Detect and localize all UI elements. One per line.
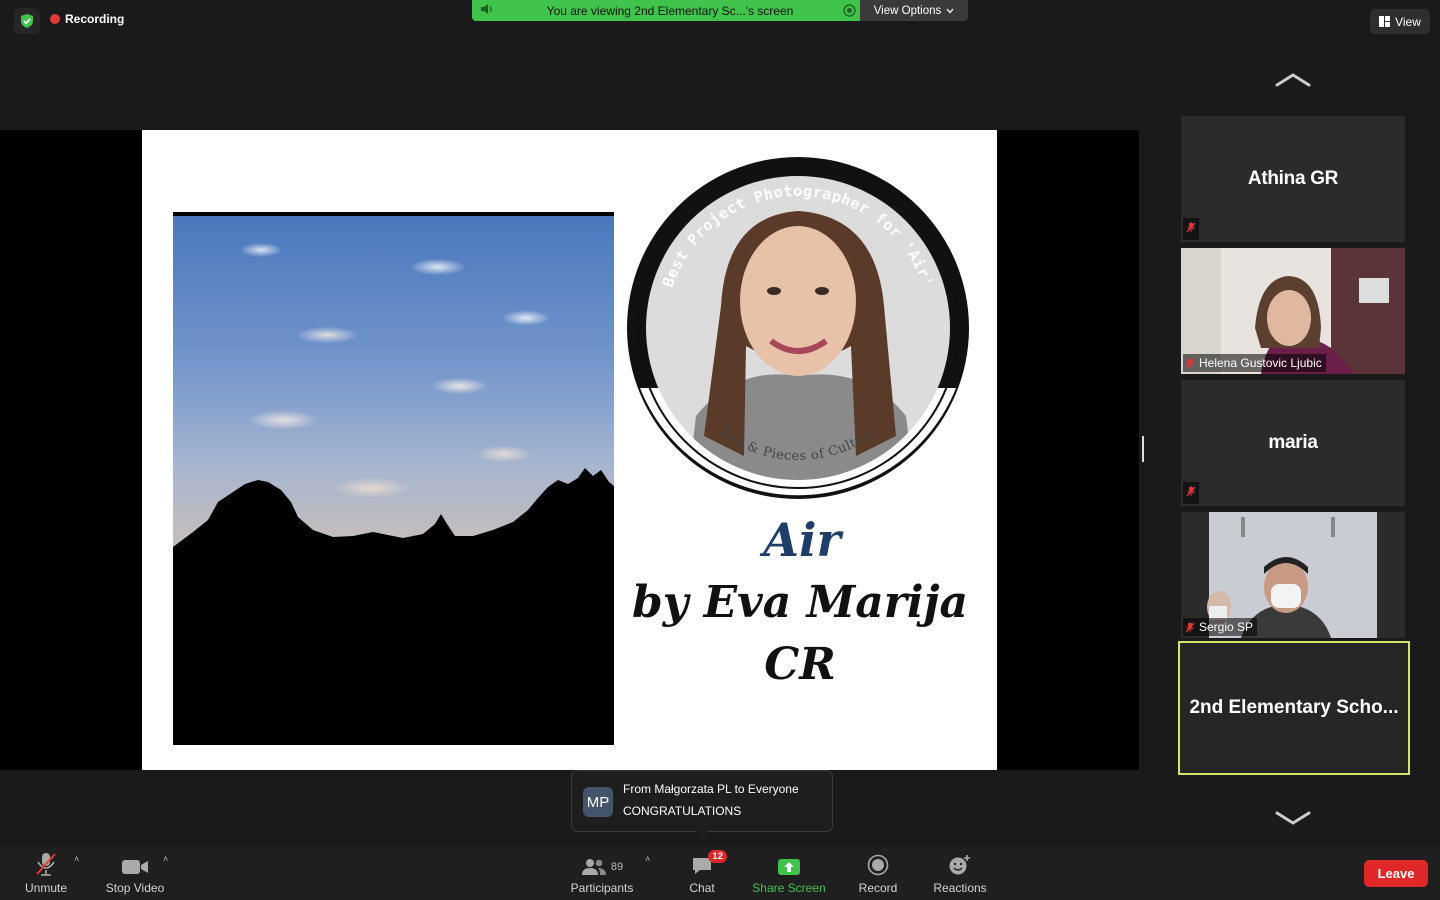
- unmute-label: Unmute: [24, 881, 68, 895]
- record-status-icon: [838, 0, 860, 21]
- view-layout-button[interactable]: View: [1370, 9, 1430, 34]
- participants-options-caret-icon[interactable]: ˄: [645, 854, 650, 864]
- resize-handle[interactable]: [1142, 436, 1144, 462]
- active-speaker-name: 2nd Elementary Scho...: [1189, 697, 1399, 718]
- video-camera-icon: [121, 846, 149, 876]
- recording-dot-icon: [50, 14, 60, 24]
- speaker-icon: [472, 3, 502, 18]
- scroll-down-icon[interactable]: [1274, 808, 1312, 828]
- smiley-icon: [948, 846, 972, 876]
- sky-photograph: [173, 212, 614, 745]
- chat-notification[interactable]: MP From Małgorzata PL to Everyone CONGRA…: [571, 770, 833, 838]
- view-options-button[interactable]: View Options: [860, 0, 968, 21]
- view-button-label: View: [1395, 14, 1421, 29]
- chat-unread-badge: 12: [708, 850, 727, 863]
- sender-avatar: MP: [583, 787, 613, 817]
- share-screen-button[interactable]: Share Screen: [748, 846, 830, 900]
- recording-indicator[interactable]: Recording: [50, 12, 124, 26]
- participants-icon: 89: [581, 846, 623, 876]
- scroll-up-icon[interactable]: [1274, 70, 1312, 90]
- viewing-screen-banner: You are viewing 2nd Elementary Sc...'s s…: [472, 0, 860, 21]
- record-button[interactable]: Record: [856, 846, 900, 900]
- toast-pointer: [695, 830, 709, 838]
- leave-button[interactable]: Leave: [1364, 860, 1428, 887]
- unmute-button[interactable]: Unmute: [20, 846, 72, 900]
- participants-label: Participants: [570, 881, 634, 895]
- stop-video-button[interactable]: Stop Video: [100, 846, 170, 900]
- chat-message: CONGRATULATIONS: [623, 804, 742, 818]
- chevron-down-icon: [946, 8, 954, 13]
- participant-tile-video[interactable]: Helena Gustovic Ljubic: [1181, 248, 1405, 374]
- chat-button[interactable]: 12 Chat: [684, 846, 727, 900]
- participant-name: Helena Gustovic Ljubic: [1199, 356, 1322, 370]
- participant-name: Sergio SP: [1199, 620, 1254, 634]
- chat-label: Chat: [689, 881, 715, 895]
- record-label: Record: [858, 881, 898, 895]
- recording-label: Recording: [65, 12, 125, 26]
- record-icon: [867, 846, 889, 876]
- share-screen-icon: [777, 846, 801, 876]
- slide-byline: by Eva Marija CR: [620, 572, 980, 696]
- photographer-badge: Best Project Photographer for 'Air' Bits…: [627, 157, 969, 499]
- participant-tile[interactable]: maria: [1181, 380, 1405, 506]
- viewing-screen-text: You are viewing 2nd Elementary Sc...'s s…: [546, 3, 794, 18]
- slide-title: Air: [763, 513, 841, 567]
- muted-mic-icon: [1183, 482, 1199, 504]
- muted-mic-icon: [1183, 218, 1199, 240]
- reactions-label: Reactions: [933, 881, 987, 895]
- meeting-toolbar: Unmute ˄ Stop Video ˄ 89 Participants ˄ …: [0, 846, 1440, 900]
- chat-sender: From Małgorzata PL to Everyone: [623, 782, 799, 796]
- participants-count: 89: [610, 861, 624, 873]
- participant-tile-video[interactable]: Sergio SP: [1181, 512, 1405, 638]
- participant-name-tag: Sergio SP: [1183, 618, 1258, 636]
- participants-button[interactable]: 89 Participants: [566, 846, 638, 900]
- reactions-button[interactable]: Reactions: [930, 846, 990, 900]
- byline-line-2: CR: [764, 639, 836, 690]
- muted-mic-icon: [1185, 622, 1195, 632]
- chat-bubble-icon: 12: [691, 846, 727, 876]
- participant-name: Athina GR: [1247, 168, 1339, 189]
- muted-mic-icon: [1185, 358, 1195, 368]
- byline-line-1: by Eva Marija: [631, 577, 969, 628]
- stop-video-label: Stop Video: [105, 881, 165, 895]
- participant-name-tag: Helena Gustovic Ljubic: [1183, 354, 1326, 372]
- share-screen-label: Share Screen: [752, 881, 826, 895]
- active-speaker-tile[interactable]: 2nd Elementary Scho...: [1178, 641, 1410, 775]
- participant-name: maria: [1268, 432, 1318, 453]
- grid-view-icon: [1379, 16, 1391, 27]
- security-shield-icon[interactable]: [14, 8, 40, 34]
- view-options-label: View Options: [873, 4, 942, 17]
- muted-mic-icon: [35, 846, 57, 876]
- video-options-caret-icon[interactable]: ˄: [163, 854, 168, 864]
- participant-tile[interactable]: Athina GR: [1181, 116, 1405, 242]
- audio-options-caret-icon[interactable]: ˄: [74, 854, 79, 864]
